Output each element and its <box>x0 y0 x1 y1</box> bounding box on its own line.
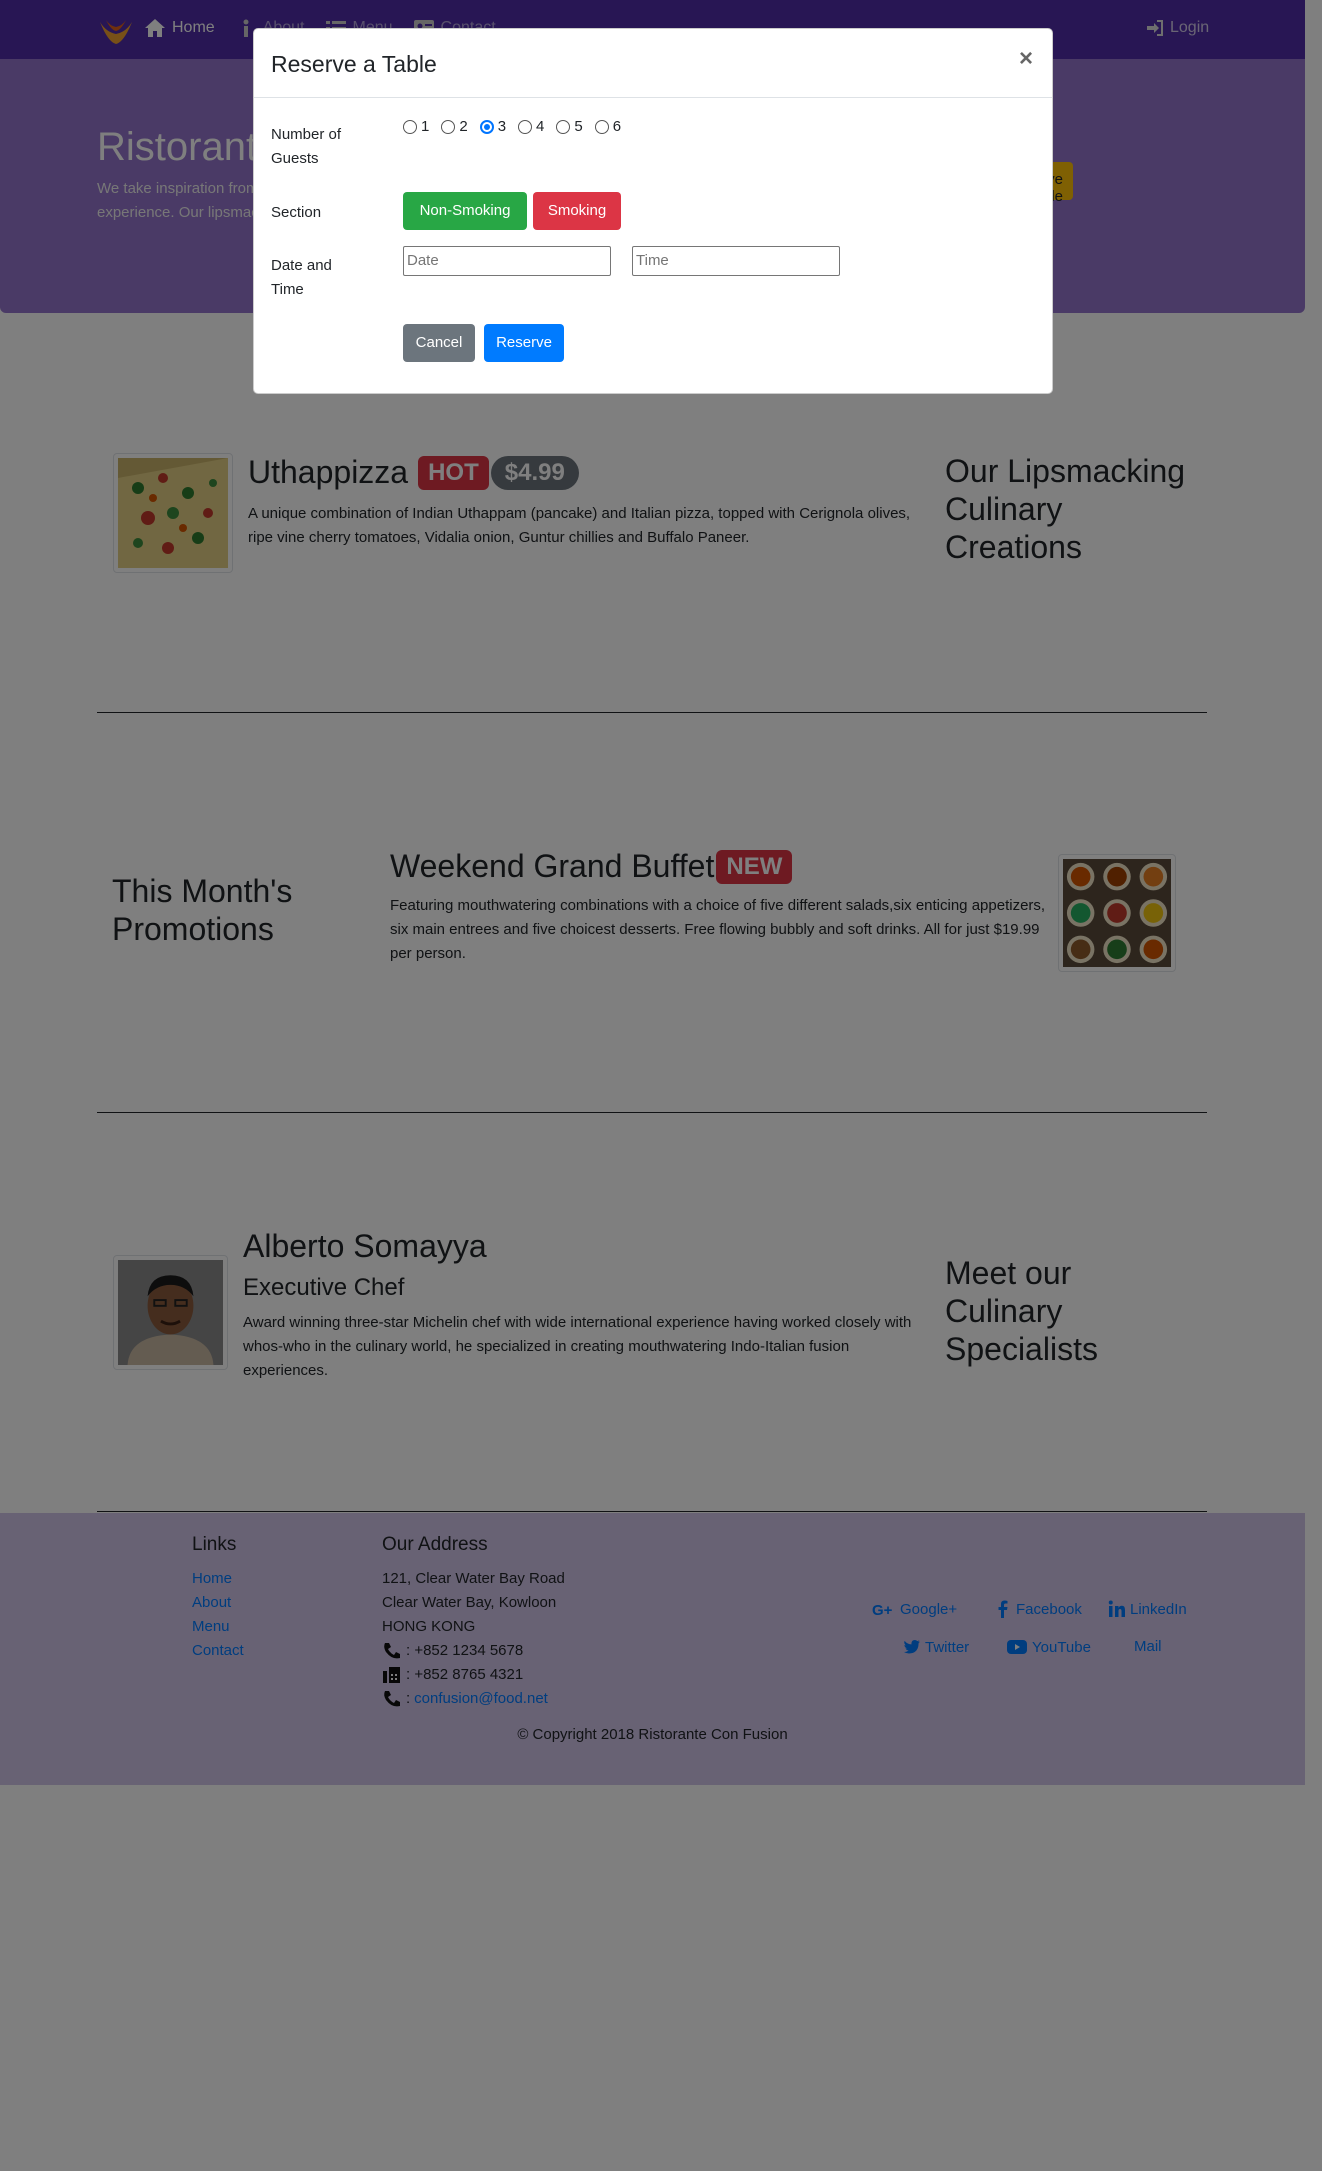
radio-button[interactable] <box>403 119 417 134</box>
time-input[interactable]: Time <box>632 246 840 276</box>
guests-option-label: 3 <box>497 118 507 135</box>
guests-label-line-1: Number of <box>271 126 342 143</box>
reserve-button[interactable]: Reserve <box>484 324 564 362</box>
guests-label-line-2: Guests <box>271 150 319 167</box>
guests-option-5[interactable]: 5 <box>556 118 583 135</box>
radio-button[interactable] <box>518 119 533 134</box>
guests-option-label: 5 <box>574 118 583 135</box>
smoking-button[interactable]: Smoking <box>533 192 621 230</box>
guests-option-label: 6 <box>612 118 622 135</box>
radio-button[interactable] <box>594 119 609 134</box>
modal-title: Reserve a Table <box>271 51 437 77</box>
guests-option-label: 1 <box>421 118 430 135</box>
datetime-label-line-1: Date and <box>271 257 332 274</box>
guests-option-label: 2 <box>459 118 468 135</box>
modal-header: Reserve a Table × <box>254 29 1052 98</box>
guests-option-label: 4 <box>536 118 545 135</box>
date-input[interactable]: Date <box>403 246 611 276</box>
reserve-table-modal: Reserve a Table × Number of Guests 1 2 3… <box>253 28 1053 394</box>
guests-option-2[interactable]: 2 <box>441 118 468 135</box>
close-icon[interactable]: × <box>1019 47 1033 71</box>
non-smoking-button[interactable]: Non-Smoking <box>403 192 527 230</box>
guests-radio-group: 1 2 3 4 5 6 <box>403 118 621 135</box>
cancel-button[interactable]: Cancel <box>403 324 475 362</box>
guests-option-4[interactable]: 4 <box>518 118 544 135</box>
guests-option-6[interactable]: 6 <box>594 118 622 135</box>
guests-label: Number of Guests <box>271 123 341 171</box>
section-label: Section <box>271 204 322 221</box>
guests-option-3[interactable]: 3 <box>479 118 507 135</box>
datetime-label: Date and Time <box>271 254 332 302</box>
guests-option-1[interactable]: 1 <box>403 118 429 135</box>
radio-button[interactable] <box>441 119 456 134</box>
radio-button-checked[interactable] <box>479 119 494 134</box>
radio-button[interactable] <box>556 119 571 134</box>
datetime-label-line-2: Time <box>271 281 304 298</box>
